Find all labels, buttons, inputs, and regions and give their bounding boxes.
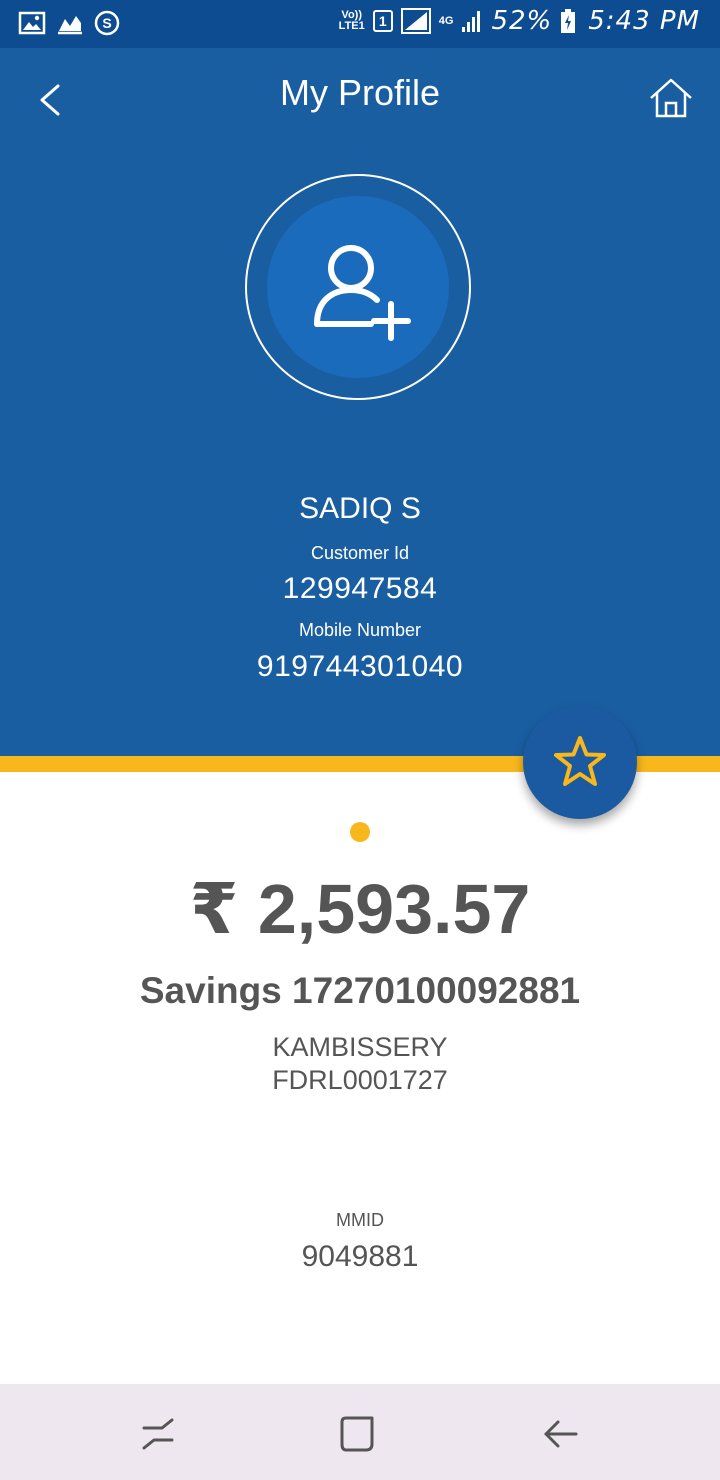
page-indicator-dot <box>350 822 370 842</box>
back-nav-icon <box>544 1420 578 1448</box>
status-bar: S Vo)) LTE1 1 4G 52% 5:43 PM <box>0 0 720 48</box>
gallery-icon <box>18 11 46 35</box>
mmid-value: 9049881 <box>301 1240 419 1273</box>
battery-percent: 52% <box>491 6 553 36</box>
profile-header: My Profile SADIQ S Customer Id 129947584… <box>0 48 720 756</box>
home-button[interactable] <box>648 76 694 122</box>
recent-apps-button[interactable] <box>138 1414 178 1454</box>
signal-sim1-icon <box>400 8 431 34</box>
mobile-label: Mobile Number <box>298 620 422 640</box>
network-type: 4G <box>438 14 454 27</box>
home-nav-button[interactable] <box>338 1414 378 1454</box>
home-icon <box>650 78 692 118</box>
mmid-label: MMID <box>336 1210 384 1230</box>
avatar[interactable] <box>245 174 471 400</box>
svg-text:S: S <box>102 15 111 31</box>
customer-id-value: 129947584 <box>282 572 438 605</box>
battery-icon <box>561 9 576 33</box>
customer-name: SADIQ S <box>299 492 421 525</box>
system-nav-bar <box>0 1384 720 1480</box>
system-indicators: Vo)) LTE1 1 4G 52% 5:43 PM <box>339 6 700 36</box>
account-type-number: Savings 17270100092881 <box>139 970 581 1011</box>
customer-id-label: Customer Id <box>310 543 410 563</box>
home-nav-icon <box>340 1416 374 1452</box>
chart-icon <box>58 16 82 35</box>
clock: 5:43 PM <box>588 6 700 36</box>
add-user-icon <box>314 245 411 341</box>
s-icon: S <box>94 10 120 36</box>
signal-sim2-icon <box>462 11 481 32</box>
notification-icons: S <box>18 10 120 36</box>
back-nav-button[interactable] <box>540 1414 580 1454</box>
ifsc-code: FDRL0001727 <box>272 1065 448 1095</box>
avatar-inner <box>267 196 449 378</box>
sim-indicator: 1 <box>372 10 393 32</box>
mobile-value: 919744301040 <box>256 650 464 683</box>
page-title: My Profile <box>279 72 441 113</box>
recent-apps-icon <box>142 1418 174 1450</box>
account-balance: ₹ 2,593.57 <box>189 870 531 948</box>
favorite-button[interactable] <box>523 705 637 819</box>
volte-indicator: Vo)) LTE1 <box>338 9 365 32</box>
star-icon <box>554 736 606 786</box>
branch-name: KAMBISSERY <box>272 1032 448 1062</box>
